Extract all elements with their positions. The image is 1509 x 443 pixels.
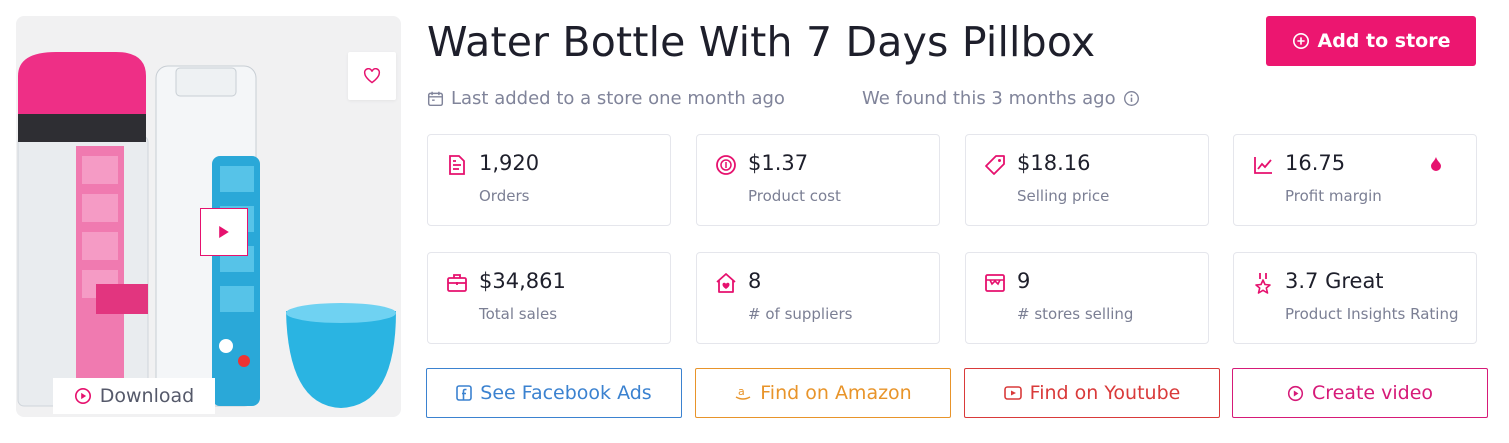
stat-value: 9 — [1017, 269, 1031, 293]
coins-icon — [716, 155, 736, 175]
stat-label: # of suppliers — [748, 305, 853, 323]
product-image-panel: Download — [16, 16, 401, 417]
award-icon — [1255, 273, 1271, 294]
price-tag-icon — [985, 155, 1005, 175]
see-facebook-ads-button[interactable]: See Facebook Ads — [426, 368, 682, 418]
action-label: Find on Youtube — [1029, 382, 1181, 404]
briefcase-icon — [447, 274, 467, 292]
stat-value: 16.75 — [1285, 151, 1346, 175]
stat-card-stores-selling: 9 # stores selling — [965, 252, 1209, 344]
play-icon — [219, 226, 229, 238]
find-on-youtube-button[interactable]: Find on Youtube — [964, 368, 1220, 418]
stat-value: $18.16 — [1017, 151, 1091, 175]
calendar-icon — [427, 91, 444, 106]
stat-card-selling-price: $18.16 Selling price — [965, 134, 1209, 226]
stat-label: # stores selling — [1017, 305, 1134, 323]
info-icon[interactable] — [1123, 90, 1140, 107]
youtube-icon — [1003, 386, 1022, 400]
found-info: We found this 3 months ago — [862, 86, 1140, 110]
download-label: Download — [99, 385, 195, 407]
plus-circle-icon — [1292, 32, 1309, 50]
favorite-button[interactable] — [348, 52, 396, 100]
found-text: We found this 3 months ago — [862, 87, 1116, 109]
action-label: See Facebook Ads — [480, 382, 652, 404]
stat-value: 3.7 Great — [1285, 269, 1384, 293]
stat-label: Orders — [479, 187, 530, 205]
stat-card-total-sales: $34,861 Total sales — [427, 252, 671, 344]
play-video-button[interactable] — [200, 208, 248, 256]
play-circle-icon — [1287, 385, 1304, 401]
home-heart-icon — [716, 273, 736, 293]
stat-card-product-cost: $1.37 Product cost — [696, 134, 940, 226]
find-on-amazon-button[interactable]: a Find on Amazon — [695, 368, 951, 418]
last-added-info: Last added to a store one month ago — [427, 86, 785, 110]
stat-label: Selling price — [1017, 187, 1110, 205]
stat-value: 8 — [748, 269, 762, 293]
stat-label: Profit margin — [1285, 187, 1382, 205]
stat-value: 1,920 — [479, 151, 540, 175]
svg-text:a: a — [738, 385, 745, 398]
stat-value: $34,861 — [479, 269, 566, 293]
store-icon — [985, 274, 1005, 292]
amazon-icon: a — [735, 385, 751, 400]
heart-icon — [363, 68, 381, 84]
document-icon — [449, 155, 465, 175]
add-to-store-button[interactable]: Add to store — [1266, 16, 1476, 66]
stat-label: Product cost — [748, 187, 841, 205]
facebook-icon — [456, 385, 473, 401]
action-label: Find on Amazon — [760, 382, 912, 404]
stat-value: $1.37 — [748, 151, 809, 175]
stat-card-orders: 1,920 Orders — [427, 134, 671, 226]
create-video-button[interactable]: Create video — [1232, 368, 1488, 418]
action-label: Create video — [1311, 382, 1434, 404]
last-added-text: Last added to a store one month ago — [451, 87, 785, 109]
add-to-store-label: Add to store — [1317, 30, 1451, 52]
page-title: Water Bottle With 7 Days Pillbox — [427, 18, 1096, 66]
play-circle-icon — [74, 387, 91, 405]
stat-card-profit-margin: 16.75 Profit margin — [1233, 134, 1477, 226]
chart-line-icon — [1254, 157, 1272, 174]
flame-icon — [1431, 157, 1441, 171]
stat-label: Total sales — [479, 305, 558, 323]
stat-label: Product Insights Rating — [1285, 305, 1459, 323]
stat-card-suppliers: 8 # of suppliers — [696, 252, 940, 344]
download-button[interactable]: Download — [53, 378, 215, 414]
stat-card-rating: 3.7 Great Product Insights Rating — [1233, 252, 1477, 344]
